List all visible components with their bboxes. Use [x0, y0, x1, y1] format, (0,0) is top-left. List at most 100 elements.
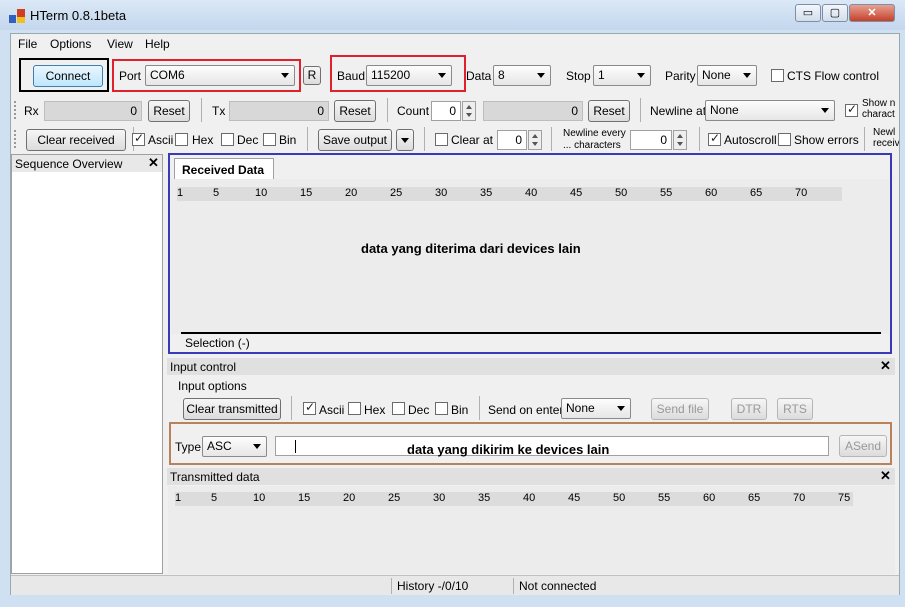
clear-at-spinner[interactable]: [528, 130, 542, 150]
ruler-tick: 75: [838, 492, 851, 504]
separator: [424, 127, 425, 151]
transmitted-ruler: 1 5 10 15 20 25 30 35 40 45 50 55 60 65 …: [175, 492, 853, 506]
newline-every-label: Newline every: [563, 128, 626, 139]
ruler-tick: 60: [703, 492, 716, 504]
show-newline-checkbox[interactable]: [845, 102, 858, 117]
close-icon[interactable]: ✕: [880, 468, 891, 484]
separator: [391, 578, 392, 594]
baud-label: Baud: [337, 69, 366, 83]
cts-checkbox[interactable]: [771, 69, 784, 82]
menu-help[interactable]: Help: [145, 37, 170, 51]
maximize-button[interactable]: ▢: [822, 4, 848, 22]
clear-at-label: Clear at: [451, 133, 494, 147]
close-icon[interactable]: ✕: [880, 358, 891, 374]
separator: [201, 98, 202, 122]
rts-button[interactable]: RTS: [777, 398, 813, 420]
ruler-tick: 70: [795, 187, 808, 199]
recv-bin-label: Bin: [279, 133, 297, 147]
save-output-menu-button[interactable]: [396, 129, 414, 151]
tab-received-data-label: Received Data: [182, 163, 265, 177]
show-errors-checkbox[interactable]: [778, 133, 791, 146]
dtr-button[interactable]: DTR: [731, 398, 767, 420]
send-file-button[interactable]: Send file: [651, 398, 709, 420]
toolbar-grip[interactable]: [14, 130, 17, 148]
ruler-tick: 10: [253, 492, 266, 504]
clear-transmitted-button[interactable]: Clear transmitted: [183, 398, 281, 420]
newline-at-select[interactable]: None: [705, 100, 835, 121]
tab-received-data[interactable]: Received Data: [174, 158, 274, 180]
send-on-enter-value: None: [566, 401, 595, 415]
sequence-overview-header: Sequence Overview ✕: [12, 155, 162, 172]
data-bits-value: 8: [498, 68, 505, 82]
minimize-icon: ▭: [802, 7, 814, 19]
separator: [699, 127, 700, 151]
clear-at-input[interactable]: 0: [497, 130, 527, 150]
transmitted-title: Transmitted data: [170, 470, 260, 484]
menu-options[interactable]: Options: [50, 37, 91, 51]
send-ascii-checkbox[interactable]: [303, 400, 316, 415]
ruler-tick: 70: [793, 492, 806, 504]
stop-bits-select[interactable]: 1: [593, 65, 651, 86]
cts-label: CTS Flow control: [787, 69, 880, 83]
parity-label: Parity: [665, 69, 696, 83]
toolbar-grip[interactable]: [14, 101, 17, 119]
send-hex-checkbox[interactable]: [348, 402, 361, 415]
rx-label: Rx: [24, 104, 39, 118]
newline-every-spinner[interactable]: [673, 130, 687, 150]
ruler-tick: 50: [613, 492, 626, 504]
received-data-area[interactable]: 1 5 10 15 20 25 30 35 40 45 50 55 60 65 …: [171, 179, 889, 334]
baud-select[interactable]: 115200: [366, 65, 452, 86]
separator: [387, 98, 388, 122]
send-dec-checkbox[interactable]: [392, 402, 405, 415]
send-bin-checkbox[interactable]: [435, 402, 448, 415]
menu-file[interactable]: File: [18, 37, 37, 51]
ruler-tick: 15: [300, 187, 313, 199]
parity-select[interactable]: None: [697, 65, 757, 86]
asend-button[interactable]: ASend: [839, 435, 887, 457]
close-button[interactable]: ✕: [849, 4, 895, 22]
close-icon[interactable]: ✕: [148, 155, 159, 171]
minimize-button[interactable]: ▭: [795, 4, 821, 22]
recv-dec-checkbox[interactable]: [221, 133, 234, 146]
type-label: Type: [175, 440, 202, 454]
menu-view[interactable]: View: [107, 37, 133, 51]
separator: [551, 127, 552, 151]
ruler-tick: 20: [345, 187, 358, 199]
recv-hex-checkbox[interactable]: [175, 133, 188, 146]
rx-reset-button[interactable]: Reset: [148, 100, 190, 122]
tx-reset-button[interactable]: Reset: [334, 100, 376, 122]
send-bin-label: Bin: [451, 403, 469, 417]
clear-at-checkbox[interactable]: [435, 133, 448, 146]
transmitted-data-area[interactable]: 1 5 10 15 20 25 30 35 40 45 50 55 60 65 …: [168, 486, 895, 574]
port-select[interactable]: COM6: [145, 65, 295, 86]
ruler-tick: 30: [433, 492, 446, 504]
show-errors-label: Show errors: [794, 133, 859, 147]
separator: [513, 578, 514, 594]
send-dec-label: Dec: [408, 403, 430, 417]
send-ascii-label: Ascii: [319, 403, 345, 417]
recv-ascii-checkbox[interactable]: [132, 131, 145, 146]
recv-bin-checkbox[interactable]: [263, 133, 276, 146]
ruler-tick: 50: [615, 187, 628, 199]
connect-button[interactable]: Connect: [33, 65, 103, 87]
type-select[interactable]: ASC: [202, 436, 267, 457]
window-title: HTerm 0.8.1beta: [30, 8, 127, 23]
count-spinner[interactable]: [462, 101, 476, 121]
clear-received-button[interactable]: Clear received: [26, 129, 126, 151]
count-input[interactable]: 0: [431, 101, 461, 121]
ruler-tick: 1: [175, 492, 182, 504]
title-bar: HTerm 0.8.1beta ▭ ▢ ✕: [0, 0, 905, 30]
count-reset-button[interactable]: Reset: [588, 100, 630, 122]
save-output-button[interactable]: Save output: [318, 129, 392, 151]
ruler-tick: 60: [705, 187, 718, 199]
received-annotation: data yang diterima dari devices lain: [361, 241, 581, 256]
history-status: History -/0/10: [397, 579, 469, 593]
refresh-ports-button[interactable]: R: [303, 66, 321, 85]
data-bits-select[interactable]: 8: [493, 65, 551, 86]
ruler-tick: 15: [298, 492, 311, 504]
autoscroll-checkbox[interactable]: [708, 131, 721, 146]
chevron-down-icon: [401, 138, 409, 143]
chevron-down-icon: [617, 406, 625, 411]
send-on-enter-select[interactable]: None: [561, 398, 631, 419]
newline-every-input[interactable]: 0: [630, 130, 672, 150]
